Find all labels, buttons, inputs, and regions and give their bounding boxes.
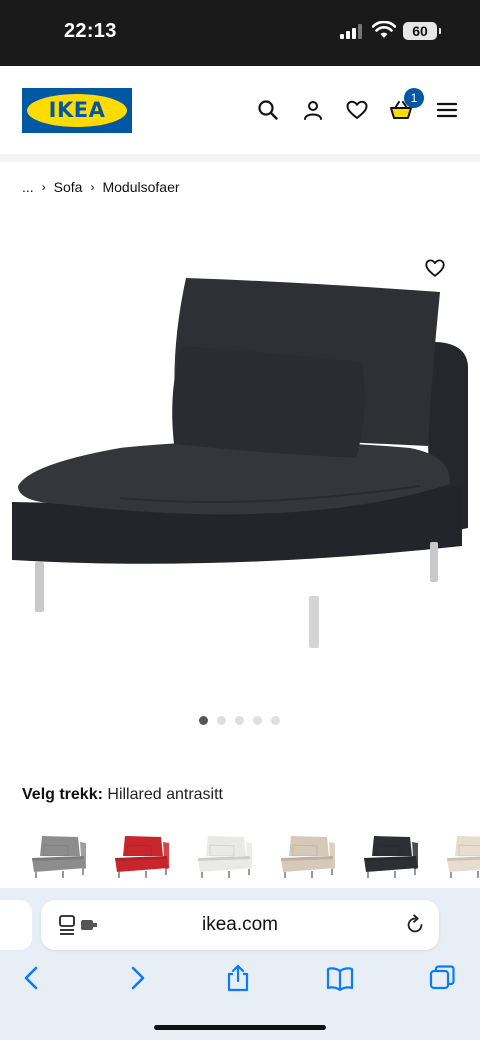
reload-icon[interactable] [404,914,426,936]
site-header: IKEA [0,66,480,154]
chevron-right-icon: › [41,180,46,194]
cover-label: Velg trekk: [22,786,103,803]
address-bar[interactable]: ikea.com [41,900,439,950]
cover-swatch[interactable] [443,828,480,884]
status-bar: 22:13 60 [0,0,480,66]
cart-count-badge: 1 [404,88,424,108]
previous-tab-preview[interactable] [0,900,32,950]
gallery-dot[interactable] [217,716,226,725]
status-time: 22:13 [64,20,117,42]
browser-toolbar: ikea.com [0,888,480,1040]
gallery-dot[interactable] [271,716,280,725]
header-divider [0,154,480,162]
breadcrumb: ... › Sofa › Modulsofaer [22,178,180,196]
cellular-signal-icon [340,24,362,39]
back-icon[interactable] [18,964,46,992]
cover-value: Hillared antrasitt [107,786,223,803]
share-icon[interactable] [224,964,252,992]
gallery-dot[interactable] [235,716,244,725]
cover-swatch[interactable] [194,828,256,884]
tabs-icon[interactable] [428,964,456,992]
cover-swatch[interactable] [111,828,173,884]
heart-icon[interactable] [345,98,369,122]
breadcrumb-sofa[interactable]: Sofa [54,179,83,195]
gallery-dot[interactable] [253,716,262,725]
wifi-icon [372,21,396,38]
logo-text: IKEA [48,98,106,122]
cover-selection: Velg trekk: Hillared antrasitt [22,786,223,804]
breadcrumb-modulsofaer[interactable]: Modulsofaer [102,179,179,195]
gallery-pagination [199,716,289,725]
favorite-heart-icon[interactable] [424,257,446,279]
menu-icon[interactable] [435,98,459,122]
forward-icon[interactable] [123,964,151,992]
ikea-logo[interactable]: IKEA [22,88,132,133]
search-icon[interactable] [256,98,280,122]
chevron-right-icon: › [90,180,95,194]
cover-swatch[interactable] [360,828,422,884]
cover-swatches [0,828,480,888]
home-indicator [154,1025,326,1030]
breadcrumb-ellipsis[interactable]: ... [22,179,34,195]
account-icon[interactable] [301,98,325,122]
cover-swatch[interactable] [277,828,339,884]
url-text: ikea.com [201,914,279,935]
battery-indicator: 60 [403,22,441,40]
cover-swatch[interactable] [28,828,90,884]
gallery-dot[interactable] [199,716,208,725]
product-image[interactable] [0,240,480,680]
bookmarks-icon[interactable] [326,964,354,992]
